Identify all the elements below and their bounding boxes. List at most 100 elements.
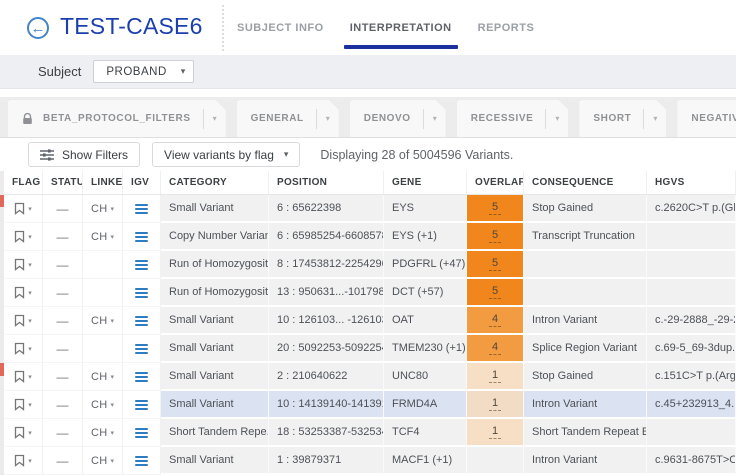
igv-button[interactable] — [123, 307, 161, 335]
filter-tab-menu-button[interactable]: ▾ — [423, 109, 446, 129]
overlap-count[interactable]: 5 — [489, 201, 501, 215]
chevron-down-icon: ▾ — [28, 345, 32, 353]
linked-cell[interactable]: CH ▾ — [83, 195, 123, 223]
igv-button[interactable] — [123, 335, 161, 363]
col-status[interactable]: STATUS — [43, 171, 83, 194]
status-cell: — — [43, 195, 83, 223]
scroll-gutter[interactable] — [0, 171, 4, 475]
overlap-count[interactable]: 4 — [489, 313, 501, 327]
gene-cell: PDGFRL (+47) — [384, 251, 467, 279]
filter-tab-recessive[interactable]: RECESSIVE ▾ — [457, 100, 569, 137]
overlap-count[interactable]: 1 — [489, 425, 501, 439]
filter-tab-beta-protocol-filters[interactable]: BETA_PROTOCOL_FILTERS ▾ — [8, 100, 226, 137]
overlap-cell[interactable]: 1 — [467, 419, 524, 447]
igv-button[interactable] — [123, 447, 161, 475]
subject-select[interactable]: PROBAND ▾ — [93, 60, 194, 83]
igv-button[interactable] — [123, 279, 161, 307]
overlap-cell[interactable]: 1 — [467, 391, 524, 419]
tab-reports[interactable]: REPORTS — [478, 0, 535, 55]
igv-button[interactable] — [123, 251, 161, 279]
flag-cell[interactable]: ▾ — [4, 195, 43, 223]
filter-tab-general[interactable]: GENERAL ▾ — [237, 100, 339, 137]
overlap-cell[interactable]: 1 — [467, 363, 524, 391]
table-row[interactable]: ▾ — ▾ Small Variant 20 : 5092253-5092254… — [4, 335, 736, 363]
overlap-count[interactable]: 1 — [489, 397, 501, 411]
back-button[interactable]: ← — [27, 17, 49, 39]
col-flag[interactable]: FLAG — [4, 171, 43, 194]
chevron-down-icon: ▾ — [284, 149, 289, 160]
linked-cell[interactable]: CH ▾ — [83, 307, 123, 335]
col-category[interactable]: CATEGORY — [161, 171, 269, 194]
overlap-cell[interactable]: 4 — [467, 335, 524, 363]
filter-tab-short[interactable]: SHORT ▾ — [579, 100, 666, 137]
overlap-count[interactable]: 4 — [489, 341, 501, 355]
igv-button[interactable] — [123, 195, 161, 223]
table-row[interactable]: ▾ — CH ▾ Small Variant 6 : 65622398 EYS … — [4, 195, 736, 223]
filter-tab-menu-button[interactable]: ▾ — [643, 109, 666, 129]
bookmark-flag-icon — [14, 342, 25, 355]
flag-cell[interactable]: ▾ — [4, 251, 43, 279]
col-linked[interactable]: LINKED — [83, 171, 123, 194]
overlap-count[interactable]: 5 — [489, 285, 501, 299]
flag-cell[interactable]: ▾ — [4, 391, 43, 419]
case-tabs: SUBJECT INFO INTERPRETATION REPORTS — [237, 0, 534, 55]
flag-cell[interactable]: ▾ — [4, 447, 43, 475]
flag-cell[interactable]: ▾ — [4, 419, 43, 447]
overlap-cell[interactable]: 5 — [467, 195, 524, 223]
overlap-cell[interactable]: 4 — [467, 307, 524, 335]
filter-tab-denovo[interactable]: DENOVO ▾ — [350, 100, 446, 137]
filter-tab-menu-button[interactable]: ▾ — [316, 109, 339, 129]
col-position[interactable]: POSITION — [269, 171, 384, 194]
overlap-count[interactable]: 5 — [489, 257, 501, 271]
flag-cell[interactable]: ▾ — [4, 279, 43, 307]
igv-tracks-icon — [135, 454, 148, 468]
filter-tab-negative[interactable]: NEGATIVE ▾ — [677, 100, 736, 137]
overlap-cell[interactable]: 5 — [467, 251, 524, 279]
linked-cell[interactable]: ▾ — [83, 279, 123, 307]
overlap-cell[interactable] — [467, 447, 524, 475]
linked-cell[interactable]: CH ▾ — [83, 447, 123, 475]
igv-button[interactable] — [123, 419, 161, 447]
flag-cell[interactable]: ▾ — [4, 363, 43, 391]
table-row[interactable]: ▾ — CH ▾ Small Variant 10 : 126103... -1… — [4, 307, 736, 335]
category-cell: Small Variant — [161, 391, 269, 419]
col-consequence[interactable]: CONSEQUENCE — [524, 171, 647, 194]
linked-cell[interactable]: CH ▾ — [83, 391, 123, 419]
view-mode-dropdown[interactable]: View variants by flag ▾ — [152, 142, 300, 167]
linked-cell[interactable]: CH ▾ — [83, 363, 123, 391]
col-gene[interactable]: GENE — [384, 171, 467, 194]
overlap-cell[interactable]: 5 — [467, 279, 524, 307]
igv-button[interactable] — [123, 363, 161, 391]
show-filters-button[interactable]: Show Filters — [28, 142, 140, 167]
overlap-count[interactable]: 1 — [489, 369, 501, 383]
flag-cell[interactable]: ▾ — [4, 307, 43, 335]
bookmark-flag-icon — [14, 202, 25, 215]
linked-cell[interactable]: CH ▾ — [83, 419, 123, 447]
filter-tab-label: DENOVO — [350, 113, 423, 124]
igv-button[interactable] — [123, 391, 161, 419]
col-overlap[interactable]: OVERLAP — [467, 171, 524, 194]
filter-tab-menu-button[interactable]: ▾ — [545, 109, 568, 129]
back-arrow-icon: ← — [31, 21, 46, 36]
table-row[interactable]: ▾ — ▾ Run of Homozygosity 8 : 17453812-2… — [4, 251, 736, 279]
table-row[interactable]: ▾ — CH ▾ Small Variant 10 : 14139140-141… — [4, 391, 736, 419]
overlap-count[interactable]: 5 — [489, 229, 501, 243]
table-row[interactable]: ▾ — ▾ Run of Homozygosity 13 : 950631...… — [4, 279, 736, 307]
tab-interpretation[interactable]: INTERPRETATION — [350, 0, 452, 55]
table-row[interactable]: ▾ — CH ▾ Small Variant 1 : 39879371 MACF… — [4, 447, 736, 475]
table-row[interactable]: ▾ — CH ▾ Small Variant 2 : 210640622 UNC… — [4, 363, 736, 391]
overlap-cell[interactable]: 5 — [467, 223, 524, 251]
flag-cell[interactable]: ▾ — [4, 223, 43, 251]
flag-cell[interactable]: ▾ — [4, 335, 43, 363]
linked-cell[interactable]: CH ▾ — [83, 223, 123, 251]
table-row[interactable]: ▾ — CH ▾ Short Tandem Repe... 18 : 53253… — [4, 419, 736, 447]
col-igv[interactable]: IGV — [123, 171, 161, 194]
chevron-down-icon: ▾ — [28, 457, 32, 465]
linked-cell[interactable]: ▾ — [83, 251, 123, 279]
table-row[interactable]: ▾ — CH ▾ Copy Number Variant 6 : 6598525… — [4, 223, 736, 251]
filter-tab-menu-button[interactable]: ▾ — [203, 109, 226, 129]
linked-cell[interactable]: ▾ — [83, 335, 123, 363]
igv-button[interactable] — [123, 223, 161, 251]
tab-subject-info[interactable]: SUBJECT INFO — [237, 0, 324, 55]
col-hgvs[interactable]: HGVS — [647, 171, 736, 194]
